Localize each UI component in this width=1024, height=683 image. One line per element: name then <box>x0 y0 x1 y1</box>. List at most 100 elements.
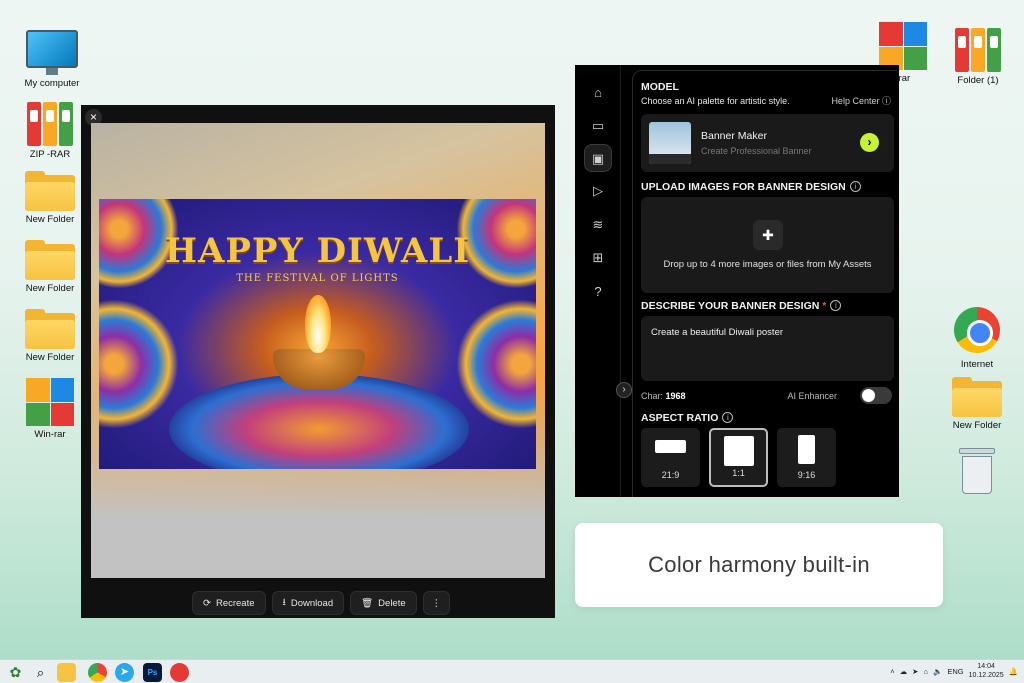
chrome-icon[interactable] <box>88 663 107 682</box>
video-icon[interactable]: ▷ <box>584 177 612 205</box>
folder-icon <box>25 171 75 211</box>
image-icon[interactable]: ▣ <box>584 144 612 172</box>
desktop-icon-label: My computer <box>24 78 80 89</box>
search-icon[interactable]: ⌕ <box>31 663 50 682</box>
audio-wave-icon[interactable]: ≋ <box>584 211 612 239</box>
delete-button[interactable]: 🗑 Delete <box>350 591 417 615</box>
desktop-icon-new-folder-right[interactable]: New Folder <box>942 377 1012 431</box>
info-icon[interactable]: i <box>722 412 734 423</box>
desktop-icon-new-folder-2[interactable]: New Folder <box>15 240 85 294</box>
collapse-panel-button[interactable]: › <box>616 382 632 398</box>
char-counter: Char: 1968 <box>641 391 686 401</box>
model-description: Create Professional Banner <box>701 146 812 156</box>
describe-heading: DESCRIBE YOUR BANNER DESIGN * i <box>641 300 842 312</box>
chevron-right-icon[interactable]: › <box>860 133 879 152</box>
help-center-link[interactable]: Help Center ⓘ <box>831 94 891 107</box>
desktop-icon-label: Internet <box>960 359 994 370</box>
start-icon[interactable]: ✿ <box>6 663 25 682</box>
telegram-icon[interactable]: ➤ <box>115 663 134 682</box>
aspect-heading: ASPECT RATIO i <box>641 412 734 424</box>
photoshop-icon[interactable]: Ps <box>143 663 162 682</box>
description-value: Create a beautiful Diwali poster <box>651 327 784 338</box>
square-icon <box>724 436 754 466</box>
required-marker: * <box>822 300 827 312</box>
upload-dropzone[interactable]: ✚ Drop up to 4 more images or files from… <box>641 197 894 293</box>
model-name: Banner Maker <box>701 130 767 142</box>
desktop-icon-label: Win-rar <box>34 429 66 440</box>
download-icon: ⭳ <box>282 597 286 608</box>
tall-rect-icon <box>798 435 815 464</box>
image-preview-window: × HAPPY DIWALI THE FESTIVAL OF LIGHTS ⟳ R… <box>81 105 555 618</box>
aspect-option-9-16[interactable]: 9:16 <box>777 428 836 487</box>
desktop-icon-internet[interactable]: Internet <box>942 307 1012 370</box>
home-icon[interactable]: ⌂ <box>584 79 612 107</box>
download-button[interactable]: ⭳ Download <box>271 591 345 615</box>
folder-open-icon[interactable]: ▭ <box>584 112 612 140</box>
desktop-icon-label: Folder (1) <box>957 75 999 86</box>
aspect-option-1-1[interactable]: 1:1 <box>709 428 768 487</box>
notification-bell-icon[interactable]: 🔔 <box>1009 667 1018 676</box>
feature-caption: Color harmony built-in <box>575 523 943 607</box>
desktop-icon-new-folder-1[interactable]: New Folder <box>15 171 85 225</box>
desktop-icon-label: ZIP -RAR <box>29 149 71 160</box>
description-textarea[interactable]: Create a beautiful Diwali poster <box>641 316 894 381</box>
file-explorer-icon[interactable] <box>57 663 76 682</box>
chevron-up-icon[interactable]: ˄ <box>890 667 894 676</box>
desktop-icon-label: New Folder <box>25 352 75 363</box>
refresh-icon: ⟳ <box>203 597 211 609</box>
aspect-ratio-options: 21:9 1:1 9:16 <box>641 428 836 487</box>
aspect-option-21-9[interactable]: 21:9 <box>641 428 700 487</box>
computer-icon <box>26 30 78 75</box>
recreate-button[interactable]: ⟳ Recreate <box>192 591 266 615</box>
recycle-bin-icon <box>959 448 995 494</box>
trash-icon: 🗑 <box>361 597 374 609</box>
ai-enhancer-label: AI Enhancer <box>787 391 837 401</box>
clock[interactable]: 14:04 10.12.2025 <box>969 662 1004 680</box>
side-rail: ⌂ ▭ ▣ ▷ ≋ ⊞ ? <box>575 65 621 497</box>
add-image-icon: ✚ <box>753 220 783 250</box>
panel-content: MODEL Choose an AI palette for artistic … <box>632 70 897 497</box>
chrome-icon <box>954 307 1000 353</box>
taskbar: ✿ ⌕ ➤ Ps ˄ ☁ ➤ ⌂ 🔈 ENG 14:04 10.12.2025 🔔 <box>0 659 1024 683</box>
cloud-icon[interactable]: ☁ <box>900 667 908 676</box>
banner-maker-thumbnail <box>649 122 691 164</box>
question-icon: ⓘ <box>881 96 891 106</box>
desktop-icon-label: New Folder <box>25 283 75 294</box>
desktop-icon-new-folder-3[interactable]: New Folder <box>15 309 85 363</box>
model-subtitle: Choose an AI palette for artistic style. <box>641 96 790 106</box>
ai-enhancer-toggle[interactable] <box>860 387 892 404</box>
poster-title: HAPPY DIWALI <box>164 231 471 271</box>
desktop-icon-label: New Folder <box>952 420 1002 431</box>
folder-icon <box>952 377 1002 417</box>
info-icon[interactable]: i <box>849 181 861 192</box>
info-icon[interactable]: i <box>830 300 842 311</box>
poster-subtitle: THE FESTIVAL OF LIGHTS <box>236 273 399 284</box>
binders-icon <box>25 102 75 146</box>
model-heading: MODEL <box>641 81 679 93</box>
desktop-icon-folder-1[interactable]: Folder (1) <box>943 28 1013 86</box>
wide-rect-icon <box>655 440 686 453</box>
language-indicator[interactable]: ENG <box>947 667 963 676</box>
volume-icon[interactable]: 🔈 <box>933 667 942 676</box>
send-icon[interactable]: ➤ <box>912 667 918 676</box>
winrar-icon <box>879 22 927 70</box>
diwali-poster-image: HAPPY DIWALI THE FESTIVAL OF LIGHTS <box>99 199 536 469</box>
help-icon[interactable]: ? <box>584 278 612 306</box>
system-tray: ˄ ☁ ➤ ⌂ 🔈 ENG 14:04 10.12.2025 🔔 <box>890 662 1018 680</box>
model-card[interactable]: Banner Maker Create Professional Banner … <box>641 114 894 172</box>
apps-grid-icon[interactable]: ⊞ <box>584 244 612 272</box>
more-options-button[interactable]: ⋮ <box>422 591 451 615</box>
desktop-icon-label: New Folder <box>25 214 75 225</box>
desktop-icon-recycle-bin[interactable] <box>942 448 1012 497</box>
binders-icon <box>953 28 1003 72</box>
preview-actions: ⟳ Recreate ⭳ Download 🗑 Delete ⋮ <box>192 591 451 615</box>
app-icon[interactable] <box>170 663 189 682</box>
desktop-icon-win-rar[interactable]: Win-rar <box>15 378 85 440</box>
folder-icon <box>25 240 75 280</box>
network-icon[interactable]: ⌂ <box>923 667 928 676</box>
winrar-icon <box>26 378 74 426</box>
mandala-decoration <box>99 299 179 429</box>
mandala-decoration <box>456 299 536 429</box>
desktop-icon-zip-rar[interactable]: ZIP -RAR <box>15 102 85 160</box>
desktop-icon-my-computer[interactable]: My computer <box>17 30 87 89</box>
